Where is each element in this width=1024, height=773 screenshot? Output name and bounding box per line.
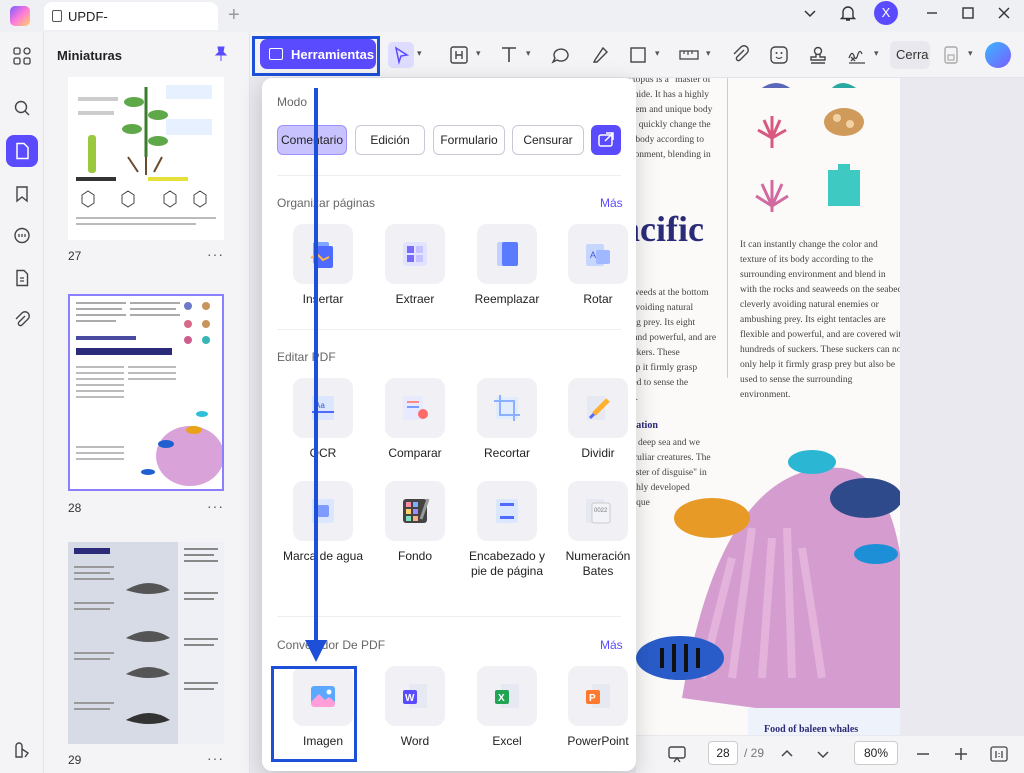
annotation-arrow <box>305 88 327 662</box>
